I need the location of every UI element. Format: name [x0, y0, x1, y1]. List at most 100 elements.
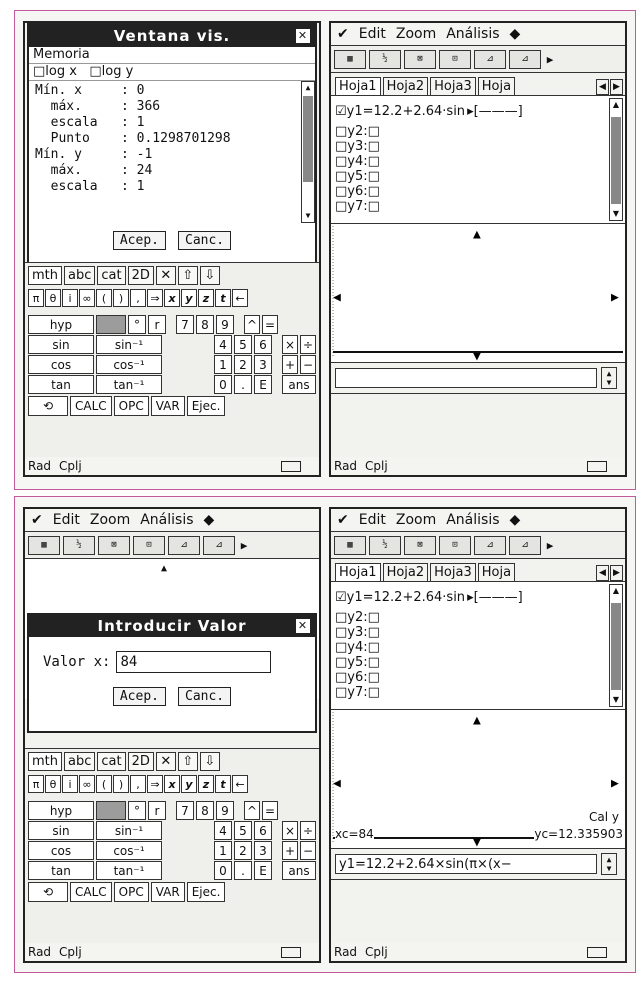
- scroll-up-icon[interactable]: ▲: [161, 563, 167, 574]
- menu-edit[interactable]: Edit: [53, 512, 80, 528]
- graph-scroll-left-icon[interactable]: ◀: [333, 776, 341, 791]
- field-value[interactable]: : 1: [121, 115, 144, 130]
- toolbar-grid-icon[interactable]: ▦: [334, 535, 366, 555]
- graph-scroll-down-icon[interactable]: ▼: [473, 835, 481, 848]
- key-degree[interactable]: °: [128, 315, 146, 334]
- key-sin[interactable]: sin: [28, 335, 94, 354]
- menu-diamond-icon[interactable]: ◆: [510, 512, 521, 528]
- toolbar-y1y2-icon[interactable]: ½: [369, 49, 401, 69]
- key-symbol[interactable]: i: [62, 289, 78, 307]
- toolbar-graph-1-icon[interactable]: ⊿: [474, 535, 506, 555]
- key-calc[interactable]: CALC: [70, 396, 112, 416]
- key-digit[interactable]: 1: [214, 841, 232, 860]
- graph-scroll-up-icon[interactable]: ▲: [473, 227, 481, 242]
- tab-next-icon[interactable]: ▶: [610, 79, 623, 95]
- key-digit[interactable]: 9: [216, 801, 234, 820]
- key-digit[interactable]: 6: [254, 335, 272, 354]
- key-hyp[interactable]: hyp: [28, 315, 94, 334]
- toolbar-y1y2-icon[interactable]: ½: [369, 535, 401, 555]
- key-symbol[interactable]: ←: [232, 289, 248, 307]
- key-symbol[interactable]: (: [96, 289, 112, 307]
- key-symbol[interactable]: i: [62, 775, 78, 793]
- key-opc[interactable]: OPC: [113, 882, 149, 902]
- function-row[interactable]: □y2:□: [335, 610, 625, 625]
- key-digit[interactable]: 3: [254, 355, 272, 374]
- key-digit[interactable]: 4: [214, 821, 232, 840]
- keyboard-tab-mth[interactable]: mth: [28, 266, 62, 285]
- key-op[interactable]: ans: [282, 375, 316, 394]
- graph-scroll-left-icon[interactable]: ◀: [333, 290, 341, 305]
- check-menu-icon[interactable]: ✔: [337, 512, 349, 528]
- toolbar-more-icon[interactable]: ▶: [544, 536, 556, 555]
- keyboard-tab-2d[interactable]: 2D: [127, 266, 154, 285]
- tab-hoja3[interactable]: Hoja3: [430, 77, 476, 95]
- key-symbol[interactable]: t: [215, 289, 231, 307]
- key-op[interactable]: =: [262, 801, 278, 820]
- menu-diamond-icon[interactable]: ◆: [204, 512, 215, 528]
- key-op[interactable]: ÷: [300, 821, 316, 840]
- key-symbol[interactable]: ): [113, 289, 129, 307]
- key-digit[interactable]: 0: [214, 375, 232, 394]
- toolbar-graph-1-icon[interactable]: ⊿: [168, 535, 200, 555]
- graph-scroll-right-icon[interactable]: ▶: [611, 290, 619, 305]
- key-symbol[interactable]: x: [164, 289, 180, 307]
- key-sin⁻¹[interactable]: sin⁻¹: [96, 821, 162, 840]
- key-symbol[interactable]: ⇒: [147, 289, 163, 307]
- toolbar-graph-2-icon[interactable]: ⊿: [203, 535, 235, 555]
- tab-prev-icon[interactable]: ◀: [596, 565, 609, 581]
- keyboard-tab-abc[interactable]: abc: [64, 266, 96, 285]
- toolbar-y1y2-icon[interactable]: ½: [63, 535, 95, 555]
- keyboard-tab-mth[interactable]: mth: [28, 752, 62, 771]
- key-digit[interactable]: 7: [176, 315, 194, 334]
- key-opc[interactable]: OPC: [113, 396, 149, 416]
- key-cos⁻¹[interactable]: cos⁻¹: [96, 355, 162, 374]
- key-cos[interactable]: cos: [28, 355, 94, 374]
- toolbar-more-icon[interactable]: ▶: [238, 536, 250, 555]
- scroll-up-icon[interactable]: ▲: [610, 585, 622, 597]
- key-degree[interactable]: °: [128, 801, 146, 820]
- key-digit[interactable]: 6: [254, 821, 272, 840]
- key-op[interactable]: −: [300, 355, 316, 374]
- graph-window[interactable]: ▲ ▼ ◀ ▶: [331, 224, 625, 363]
- function-list-scrollbar[interactable]: ▲ ▼: [609, 584, 623, 707]
- field-value[interactable]: : 366: [121, 99, 160, 114]
- field-value[interactable]: : 1: [121, 179, 144, 194]
- toolbar-more-icon[interactable]: ▶: [544, 50, 556, 69]
- key-digit[interactable]: 8: [196, 801, 214, 820]
- key-symbol[interactable]: ⇒: [147, 775, 163, 793]
- scroll-up-icon[interactable]: ▲: [302, 82, 314, 94]
- menu-zoom[interactable]: Zoom: [396, 512, 436, 528]
- key-op[interactable]: ×: [282, 335, 298, 354]
- key-digit[interactable]: 2: [234, 355, 252, 374]
- key-var[interactable]: VAR: [150, 396, 185, 416]
- graph-window[interactable]: ▲ ▼ ◀ ▶ Cal y xc=84 yc=12.335903: [331, 710, 625, 849]
- key-tan[interactable]: tan: [28, 861, 94, 880]
- key-blank[interactable]: [96, 801, 126, 820]
- key-digit[interactable]: 1: [214, 355, 232, 374]
- expression-entry[interactable]: [335, 368, 597, 388]
- key-digit[interactable]: 5: [234, 821, 252, 840]
- key-symbol[interactable]: ←: [232, 775, 248, 793]
- key-symbol[interactable]: z: [198, 289, 214, 307]
- toolbar-boxes-icon[interactable]: ⊠: [404, 535, 436, 555]
- dialog-scrollbar[interactable]: ▲ ▼: [301, 81, 315, 223]
- key-digit[interactable]: 9: [216, 315, 234, 334]
- key-symbol[interactable]: y: [181, 289, 197, 307]
- tab-prev-icon[interactable]: ◀: [596, 79, 609, 95]
- entry-spin-icon[interactable]: ▲ ▼: [601, 367, 617, 389]
- key-degree[interactable]: r: [148, 801, 166, 820]
- memory-menu[interactable]: Memoria: [29, 47, 315, 64]
- back-icon[interactable]: ⟲: [28, 882, 68, 902]
- key-calc[interactable]: CALC: [70, 882, 112, 902]
- tab-hoja[interactable]: Hoja: [477, 77, 516, 95]
- key-symbol[interactable]: θ: [45, 775, 61, 793]
- function-row[interactable]: □y5:□: [335, 655, 625, 670]
- key-digit[interactable]: 7: [176, 801, 194, 820]
- window-field-row[interactable]: Punto: 0.1298701298: [35, 131, 315, 147]
- function-row[interactable]: □y5:□: [335, 169, 625, 184]
- expression-entry[interactable]: y1=12.2+2.64×sin(π×(x−: [335, 854, 597, 874]
- function-row[interactable]: □y6:□: [335, 184, 625, 199]
- keyboard-down-icon[interactable]: ⇩: [199, 266, 220, 285]
- close-icon[interactable]: ✕: [295, 28, 311, 44]
- menu-anlisis[interactable]: Análisis: [446, 26, 499, 42]
